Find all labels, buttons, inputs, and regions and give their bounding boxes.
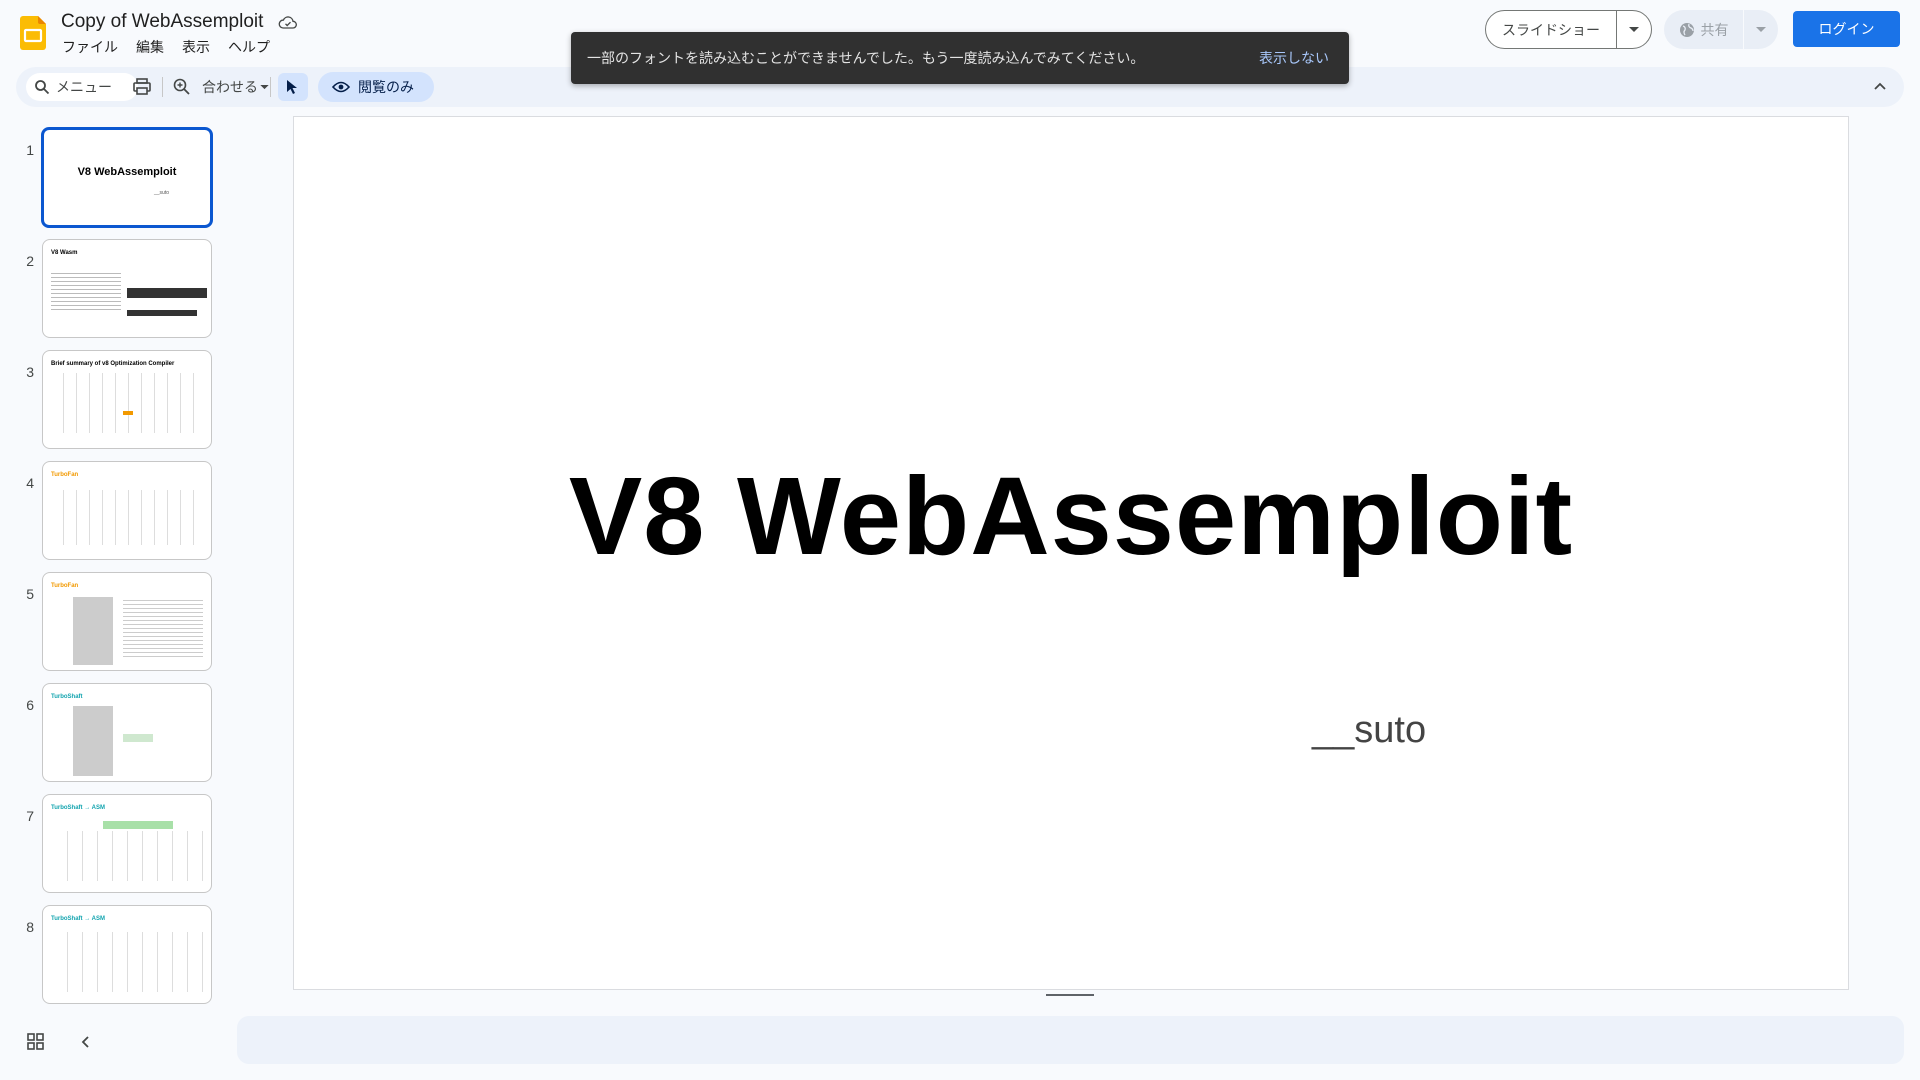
thumb-content [53, 831, 203, 881]
menu-bar: ファイル 編集 表示 ヘルプ [62, 37, 270, 57]
filmstrip-item[interactable]: 4 TurboFan [0, 461, 230, 561]
filmstrip-item[interactable]: 3 Brief summary of v8 Optimization Compi… [0, 350, 230, 450]
thumb-title: V8 WebAssemploit [77, 166, 177, 178]
speaker-notes-panel[interactable] [237, 1016, 1904, 1064]
menu-view[interactable]: 表示 [182, 37, 210, 57]
notes-resize-handle[interactable] [1046, 994, 1094, 996]
thumb-content [123, 734, 153, 742]
filmstrip-item[interactable]: 5 TurboFan [0, 572, 230, 672]
thumb-content [123, 597, 203, 657]
thumb-title: Brief summary of v8 Optimization Compile… [51, 361, 175, 367]
filmstrip-item[interactable]: 7 TurboShaft → ASM [0, 794, 230, 894]
slide-thumbnail[interactable]: TurboShaft → ASM [42, 905, 212, 1004]
cursor-arrow-icon [287, 80, 297, 94]
slide-number: 1 [26, 142, 34, 158]
caret-down-icon [1629, 26, 1639, 32]
caret-down-icon [260, 84, 269, 89]
slideshow-group: スライドショー [1485, 10, 1652, 49]
thumb-content [53, 932, 203, 992]
filmstrip-item[interactable]: 6 TurboShaft [0, 683, 230, 783]
toast-dismiss-button[interactable]: 表示しない [1259, 48, 1329, 68]
slide-thumbnail[interactable]: Brief summary of v8 Optimization Compile… [42, 350, 212, 449]
login-button[interactable]: ログイン [1793, 11, 1900, 47]
share-group: 共有 [1664, 10, 1778, 49]
zoom-select[interactable]: 合わせる [202, 77, 269, 97]
thumb-title: TurboFan [51, 583, 79, 589]
menu-file[interactable]: ファイル [62, 37, 118, 57]
slide-thumbnail[interactable]: V8 WebAssemploit __suto [41, 127, 213, 228]
thumb-title: V8 Wasm [51, 250, 78, 256]
eye-icon [332, 81, 350, 93]
slide-thumbnail[interactable]: TurboFan [42, 461, 212, 560]
slide-number: 4 [26, 475, 34, 491]
thumb-subtitle: __suto [154, 190, 170, 196]
thumb-content [73, 706, 113, 776]
thumb-title: TurboFan [51, 472, 79, 478]
thumb-title: TurboShaft → ASM [51, 916, 105, 922]
filmstrip-item[interactable]: 2 V8 Wasm [0, 239, 230, 339]
thumb-content [51, 270, 121, 312]
slides-logo-icon[interactable] [20, 16, 46, 50]
globe-icon [1679, 22, 1694, 37]
slide-number: 7 [26, 808, 34, 824]
chevron-up-icon[interactable] [1870, 77, 1890, 97]
slideshow-dropdown[interactable] [1617, 11, 1651, 48]
slide-number: 2 [26, 253, 34, 269]
thumb-content [73, 597, 113, 665]
menu-edit[interactable]: 編集 [136, 37, 164, 57]
thumb-content [51, 490, 206, 545]
thumb-content [103, 821, 173, 829]
slide-thumbnail[interactable]: TurboFan [42, 572, 212, 671]
toolbar-separator [270, 77, 271, 97]
slide-subtitle: __suto [1312, 709, 1427, 751]
slide-title: V8 WebAssemploit [568, 455, 1574, 578]
share-dropdown[interactable] [1744, 10, 1778, 49]
chevron-left-icon[interactable] [76, 1032, 96, 1052]
view-only-label: 閲覧のみ [358, 79, 414, 95]
slide-number: 6 [26, 697, 34, 713]
menu-search[interactable]: メニュー [26, 73, 138, 101]
thumb-content [123, 411, 133, 415]
menu-help[interactable]: ヘルプ [228, 37, 270, 57]
thumb-content [127, 288, 207, 298]
filmstrip-item[interactable]: 1 V8 WebAssemploit __suto [0, 127, 230, 228]
view-only-chip[interactable]: 閲覧のみ [318, 72, 434, 102]
slide-thumbnail[interactable]: TurboShaft [42, 683, 212, 782]
zoom-label: 合わせる [202, 79, 258, 95]
slideshow-button[interactable]: スライドショー [1486, 11, 1617, 48]
slide-number: 8 [26, 919, 34, 935]
slide-filmstrip: 1 V8 WebAssemploit __suto 2 V8 Wasm 3 Br… [0, 116, 230, 1016]
thumb-content [51, 373, 206, 433]
share-button[interactable]: 共有 [1664, 10, 1744, 49]
toast-message: 一部のフォントを読み込むことができませんでした。もう一度読み込んでみてください。 [587, 50, 1145, 66]
menu-search-label: メニュー [56, 79, 112, 95]
slide-thumbnail[interactable]: TurboShaft → ASM [42, 794, 212, 893]
thumb-title: TurboShaft [51, 694, 83, 700]
slide-thumbnail[interactable]: V8 Wasm [42, 239, 212, 338]
font-load-toast: 一部のフォントを読み込むことができませんでした。もう一度読み込んでみてください。… [571, 32, 1349, 84]
thumb-title: TurboShaft → ASM [51, 805, 105, 811]
caret-down-icon [1756, 26, 1766, 32]
grid-view-icon[interactable] [26, 1032, 46, 1052]
search-icon [35, 80, 50, 95]
filmstrip-item[interactable]: 8 TurboShaft → ASM [0, 905, 230, 1005]
slide-number: 5 [26, 586, 34, 602]
cloud-saved-icon[interactable] [278, 14, 298, 32]
select-tool-button[interactable] [278, 73, 308, 101]
toolbar-separator [162, 77, 163, 97]
slide-number: 3 [26, 364, 34, 380]
zoom-icon[interactable] [172, 77, 192, 97]
slide-canvas: V8 WebAssemploit __suto [293, 116, 1849, 990]
document-title[interactable]: Copy of WebAssemploit [61, 11, 263, 33]
print-icon[interactable] [132, 77, 152, 97]
share-label: 共有 [1700, 21, 1729, 38]
thumb-content [127, 310, 197, 316]
